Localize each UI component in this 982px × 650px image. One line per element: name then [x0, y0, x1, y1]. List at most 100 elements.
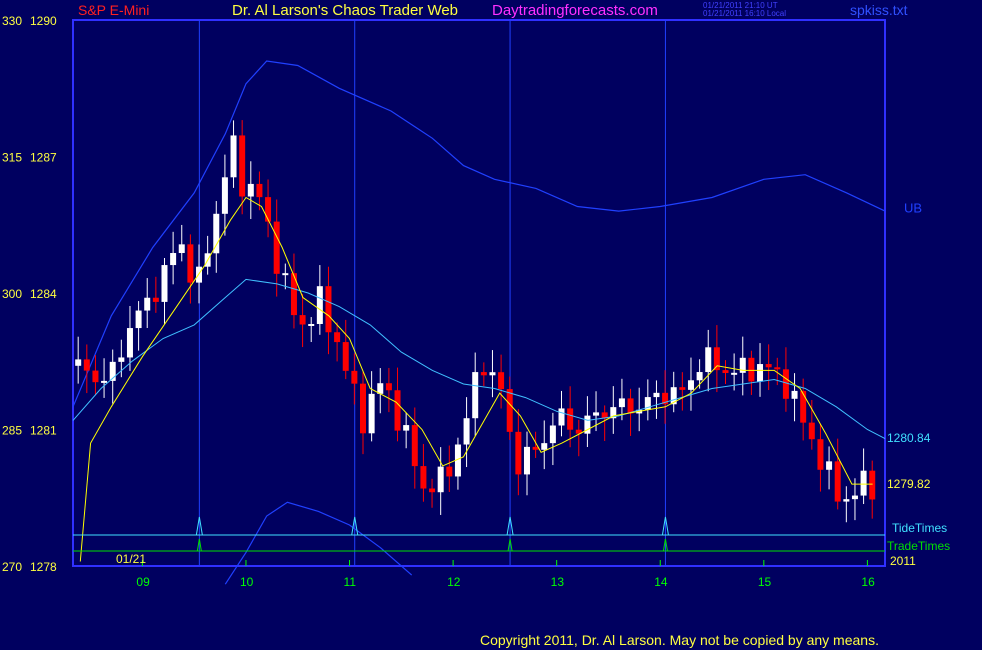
candle-body [334, 332, 341, 343]
legend-trade-times: TradeTimes [887, 539, 950, 553]
candle-body [351, 370, 358, 384]
year-label: 2011 [890, 554, 916, 568]
candle-body [170, 253, 177, 266]
candle-body [705, 347, 712, 373]
candle-body [782, 369, 789, 399]
candle-body [342, 342, 349, 371]
candle-body [593, 412, 600, 416]
y-scale-label: 315 [2, 151, 22, 165]
copyright-notice: Copyright 2011, Dr. Al Larson. May not b… [480, 632, 879, 648]
timestamp: 01/21/2011 21:10 UT 01/21/2011 16:10 Loc… [703, 2, 786, 18]
axis-labels: 330 1290 315 1287 300 1284 285 1281 270 1278 09 10 1… [2, 14, 950, 589]
candle-body [437, 466, 444, 493]
candle-body [722, 370, 729, 374]
candle-body [498, 372, 505, 390]
candle-body [92, 370, 99, 383]
candle-body [221, 177, 228, 214]
candle-body [627, 398, 634, 414]
candle-body [299, 315, 306, 325]
data-file-name: spkiss.txt [850, 2, 908, 18]
date-label: 01/21 [116, 552, 146, 566]
candlesticks [75, 120, 876, 523]
symbol-title: S&P E-Mini [78, 2, 150, 18]
x-tick-label: 10 [240, 575, 254, 589]
candle-body [126, 328, 133, 358]
candle-body [618, 398, 625, 408]
chart-title: Dr. Al Larson's Chaos Trader Web [232, 2, 459, 19]
candle-body [446, 466, 453, 477]
candle-body [135, 310, 142, 329]
price-chart: 330 1290 315 1287 300 1284 285 1281 270 1278 09 10 1… [2, 14, 950, 589]
candle-body [316, 286, 323, 324]
x-tick-label: 15 [758, 575, 772, 589]
candle-body [843, 499, 850, 502]
x-tick-label: 14 [654, 575, 668, 589]
candle-body [860, 470, 867, 496]
x-tick-label: 11 [344, 575, 357, 589]
candle-body [411, 425, 418, 467]
candle-body [567, 408, 574, 430]
candle-body [144, 297, 151, 311]
candle-body [541, 443, 548, 450]
candle-body [101, 380, 108, 383]
x-tick-label: 12 [447, 575, 461, 589]
y-price-label: 1290 [30, 14, 57, 28]
candle-body [75, 359, 82, 366]
candle-body [757, 364, 764, 382]
candle-body [83, 359, 90, 371]
candle-body [480, 372, 487, 376]
candle-body [765, 364, 772, 368]
candle-body [325, 286, 332, 333]
x-tick-label: 09 [136, 575, 150, 589]
candle-body [687, 380, 694, 390]
candle-body [826, 461, 833, 470]
candle-body [196, 266, 203, 283]
x-tick-label: 13 [551, 575, 565, 589]
candle-body [679, 387, 686, 390]
candle-body [161, 265, 168, 302]
candle-body [403, 425, 410, 431]
candle-body [808, 422, 815, 440]
candle-body [385, 383, 392, 391]
y-scale-label: 270 [2, 560, 22, 574]
last-value-label: 1280.84 [887, 431, 931, 445]
candle-body [187, 244, 194, 283]
candle-body [800, 390, 807, 423]
candle-body [230, 135, 237, 178]
y-scale-label: 330 [2, 14, 22, 28]
candle-body [273, 221, 280, 274]
candle-body [290, 273, 297, 316]
candle-body [523, 446, 530, 475]
candle-body [118, 357, 125, 362]
y-price-label: 1281 [30, 424, 57, 438]
timing-lines [73, 516, 885, 552]
y-price-label: 1278 [30, 560, 57, 574]
candle-body [653, 392, 660, 398]
candle-body [696, 372, 703, 381]
site-link[interactable]: Daytradingforecasts.com [492, 2, 658, 19]
candle-body [869, 470, 876, 500]
timestamp-local: 01/21/2011 16:10 Local [703, 9, 787, 18]
candle-body [256, 183, 263, 198]
candle-body [774, 367, 781, 370]
candle-body [731, 372, 738, 375]
y-scale-label: 285 [2, 424, 22, 438]
candle-body [213, 213, 220, 254]
lower-band-line [224, 501, 413, 585]
candle-body [429, 488, 436, 493]
candle-body [489, 372, 496, 376]
candle-body [791, 390, 798, 399]
candle-body [472, 372, 479, 419]
candle-body [308, 323, 315, 326]
candle-body [506, 389, 513, 432]
candle-body [360, 383, 366, 434]
candle-body [549, 425, 556, 444]
upper-band-line [72, 60, 886, 408]
x-tick-label: 16 [861, 575, 875, 589]
plot-frame [72, 19, 886, 567]
candle-body [851, 495, 858, 500]
candle-body [515, 431, 522, 475]
candle-body [282, 273, 289, 276]
candle-body [834, 461, 841, 502]
candle-body [748, 357, 755, 382]
